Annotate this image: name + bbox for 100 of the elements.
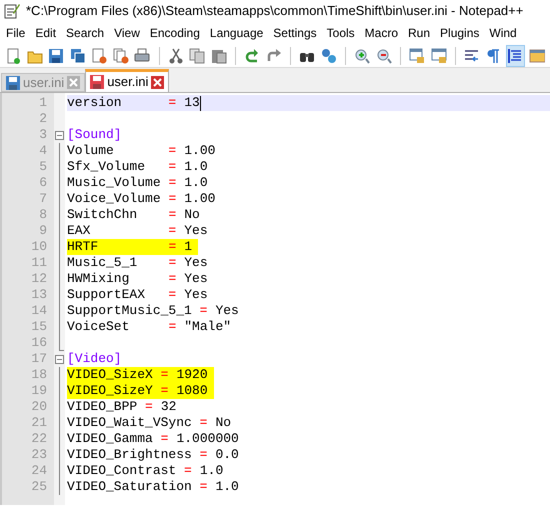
equals-sign: =: [168, 191, 176, 206]
line-number: 16: [30, 335, 48, 351]
equals-sign: =: [200, 303, 208, 318]
equals-sign: =: [160, 367, 168, 382]
equals-sign: =: [168, 159, 176, 174]
equals-sign: =: [168, 223, 176, 238]
equals-sign: =: [200, 479, 208, 494]
line-number: 19: [30, 383, 48, 399]
line-number: 15: [30, 319, 48, 335]
setting-value: Yes: [184, 271, 208, 286]
setting-value: 1.00: [184, 143, 216, 158]
line-number: 6: [38, 175, 48, 191]
line-number: 8: [38, 207, 48, 223]
line-number: 25: [30, 479, 48, 495]
setting-value: 32: [160, 399, 176, 414]
setting-value: 1.0: [184, 175, 208, 190]
setting-key: VIDEO_Brightness: [67, 447, 192, 462]
menu-item[interactable]: Run: [403, 24, 436, 42]
line-number: 17: [30, 351, 48, 367]
line-number: 2: [38, 111, 48, 127]
setting-key: VIDEO_Saturation: [67, 479, 192, 494]
menu-item[interactable]: View: [109, 24, 145, 42]
equals-sign: =: [168, 271, 176, 286]
tab-label: user.ini: [107, 73, 148, 92]
setting-key: Music_Volume: [67, 175, 161, 190]
menu-item[interactable]: Plugins: [435, 24, 484, 42]
equals-sign: =: [168, 239, 176, 254]
menu-item[interactable]: File: [1, 24, 30, 42]
setting-key: VIDEO_SizeY: [67, 383, 153, 398]
setting-value: 1920: [176, 367, 208, 382]
line-number: 14: [30, 303, 48, 319]
line-number: 9: [38, 223, 48, 239]
equals-sign: =: [168, 319, 176, 334]
setting-value: 1: [184, 239, 192, 254]
line-number: 23: [30, 447, 48, 463]
menu-item[interactable]: Encoding: [144, 24, 205, 42]
setting-value: Yes: [184, 223, 208, 238]
equals-sign: =: [200, 447, 208, 462]
setting-key: EAX: [67, 223, 90, 238]
setting-value: 1.000000: [176, 431, 239, 446]
menu-item[interactable]: Search: [61, 24, 110, 42]
setting-key: SwitchChn: [67, 207, 138, 222]
menu-item[interactable]: Tools: [322, 24, 360, 42]
equals-sign: =: [168, 207, 176, 222]
equals-sign: =: [168, 95, 176, 110]
setting-key: Volume: [67, 143, 114, 158]
setting-key: HWMixing: [67, 271, 130, 286]
setting-value: 1.0: [184, 159, 208, 174]
menu-item[interactable]: Language: [204, 24, 268, 42]
line-number: 12: [30, 271, 48, 287]
setting-value: 1.00: [184, 191, 216, 206]
setting-value: Yes: [184, 287, 208, 302]
setting-value: Yes: [215, 303, 239, 318]
section-header: [Sound]: [67, 127, 122, 143]
line-number: 1: [38, 95, 48, 111]
line-number: 7: [38, 191, 48, 207]
section-header: [Video]: [67, 351, 122, 367]
setting-value: No: [184, 207, 200, 222]
menu-item[interactable]: Wind: [484, 24, 522, 42]
line-number: 13: [30, 287, 48, 303]
line-number: 10: [30, 239, 48, 255]
line-number: 3: [38, 127, 48, 143]
setting-key: VoiceSet: [67, 319, 130, 334]
setting-value: 1080: [176, 383, 208, 398]
setting-key: VIDEO_SizeX: [67, 367, 153, 382]
window-title: *C:\Program Files (x86)\Steam\steamapps\common\TimeShift\bin\user.ini - Notepad++: [26, 2, 524, 20]
setting-key: HRTF: [67, 239, 98, 254]
equals-sign: =: [160, 383, 168, 398]
setting-value: 13: [184, 95, 200, 110]
setting-value: 1.0: [200, 463, 224, 478]
line-number: 18: [30, 367, 48, 383]
equals-sign: =: [168, 175, 176, 190]
setting-value: 1.0: [215, 479, 239, 494]
line-number: 20: [30, 399, 48, 415]
setting-value: No: [215, 415, 232, 430]
equals-sign: =: [145, 399, 153, 414]
line-number: 22: [30, 431, 48, 447]
menu-item[interactable]: Edit: [30, 24, 62, 42]
setting-value: Yes: [184, 255, 208, 270]
line-number: 21: [30, 415, 48, 431]
line-number: 24: [30, 463, 48, 479]
menu-item[interactable]: Settings: [268, 24, 322, 42]
setting-key: VIDEO_Contrast: [67, 463, 176, 478]
setting-key: SupportMusic_5_1: [67, 303, 192, 318]
setting-key: Voice_Volume: [67, 191, 161, 206]
setting-key: VIDEO_Gamma: [67, 431, 153, 446]
line-number: 4: [38, 143, 48, 159]
setting-value: "Male": [184, 319, 232, 334]
equals-sign: =: [168, 143, 176, 158]
menu-item[interactable]: Macro: [360, 24, 404, 42]
setting-key: SupportEAX: [67, 287, 146, 302]
equals-sign: =: [168, 287, 176, 302]
equals-sign: =: [200, 415, 208, 430]
setting-key: VIDEO_BPP: [67, 399, 138, 414]
line-number: 5: [38, 159, 48, 175]
line-number: 11: [30, 255, 48, 271]
setting-value: 0.0: [215, 447, 239, 462]
file-tab[interactable]: user.ini: [85, 69, 170, 92]
equals-sign: =: [168, 255, 176, 270]
setting-key: Sfx_Volume: [67, 159, 146, 174]
